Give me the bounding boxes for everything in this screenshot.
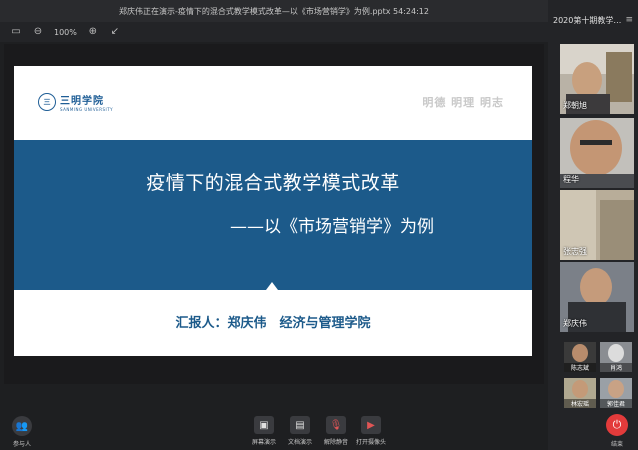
logo-english-name: SANMING UNIVERSITY (60, 107, 114, 112)
university-logo: 三 三明学院 SANMING UNIVERSITY (38, 92, 113, 112)
thumb-name: 林宏瑶 (564, 399, 596, 408)
sidebar-toggle-icon[interactable]: ▭ (10, 26, 22, 38)
unmute-label: 解除静音 (324, 439, 349, 446)
participants-panel: 2020第十期教学… ≡ 郑朝旭 程华 张志强 郑庆伟 陈志斌 肖鸿 林宏瑶 郭… (548, 0, 638, 450)
meeting-window: 郑庆伟正在演示-疫情下的混合式教学模式改革—以《市场营销学》为例.pptx 54… (0, 0, 638, 450)
participants-button[interactable]: 👥 参与人 (12, 416, 32, 448)
camera-label: 打开摄像头 (356, 439, 387, 446)
participant-thumb[interactable]: 陈志斌 (564, 342, 596, 372)
thumb-name: 郭佳君 (600, 399, 632, 408)
camera-off-icon: ▶ (361, 416, 381, 434)
zoom-out-icon[interactable]: ⊖ (32, 26, 44, 38)
document-present-button[interactable]: ▤ 文档演示 (288, 416, 312, 446)
screen-share-label: 屏幕演示 (252, 439, 277, 446)
reporter-line: 汇报人：郑庆伟 经济与管理学院 (175, 316, 371, 331)
slide-subtitle: ——以《市场营销学》为例 (230, 217, 434, 237)
participant-thumb[interactable]: 郭佳君 (600, 378, 632, 408)
video-tile[interactable]: 程华 (560, 118, 634, 188)
presentation-stage: 三 三明学院 SANMING UNIVERSITY 明德 明理 明志 疫情下的混… (4, 44, 544, 384)
unmute-button[interactable]: 🎙 解除静音 (324, 416, 348, 446)
video-tile[interactable]: 郑庆伟 (560, 262, 634, 332)
title-bar: 郑庆伟正在演示-疫情下的混合式教学模式改革—以《市场营销学》为例.pptx 54… (0, 0, 548, 22)
panel-menu-icon[interactable]: ≡ (625, 15, 633, 25)
window-title: 郑庆伟正在演示-疫情下的混合式教学模式改革—以《市场营销学》为例.pptx 54… (119, 6, 429, 16)
logo-seal: 三 (38, 93, 56, 111)
video-name: 郑朝旭 (563, 101, 587, 110)
title-band: 疫情下的混合式教学模式改革 ——以《市场营销学》为例 (14, 140, 532, 290)
participants-icon: 👥 (12, 416, 32, 436)
video-name: 程华 (563, 175, 579, 184)
thumb-name: 陈志斌 (564, 363, 596, 372)
document-icon: ▤ (290, 416, 310, 434)
video-tile[interactable]: 张志强 (560, 190, 634, 260)
meeting-name: 2020第十期教学… (553, 15, 622, 25)
zoom-level: 100% (54, 27, 77, 37)
document-present-label: 文档演示 (288, 439, 313, 446)
participant-thumb[interactable]: 林宏瑶 (564, 378, 596, 408)
end-label: 结束 (610, 441, 623, 448)
video-name: 郑庆伟 (563, 319, 587, 328)
panel-header: 2020第十期教学… ≡ (548, 0, 638, 40)
band-notch (266, 282, 278, 290)
zoom-in-icon[interactable]: ⊕ (87, 26, 99, 38)
slide: 三 三明学院 SANMING UNIVERSITY 明德 明理 明志 疫情下的混… (14, 66, 532, 356)
collapse-icon[interactable]: ↙ (109, 26, 121, 38)
participant-thumb[interactable]: 肖鸿 (600, 342, 632, 372)
screen-share-button[interactable]: ▣ 屏幕演示 (252, 416, 276, 446)
power-icon: ⏻ (606, 414, 628, 436)
video-name: 张志强 (563, 247, 587, 256)
video-tile[interactable]: 郑朝旭 (560, 44, 634, 114)
meeting-controls: 👥 参与人 ▣ 屏幕演示 ▤ 文档演示 🎙 解除静音 ▶ 打开摄像头 (0, 410, 548, 450)
screen-share-icon: ▣ (254, 416, 274, 434)
slide-title: 疫情下的混合式教学模式改革 (146, 172, 400, 194)
participants-label: 参与人 (12, 441, 31, 448)
slide-header: 三 三明学院 SANMING UNIVERSITY 明德 明理 明志 (14, 66, 532, 126)
logo-chinese-name: 三明学院 (60, 96, 104, 107)
end-meeting-button[interactable]: ⏻ 结束 (606, 414, 628, 448)
university-motto: 明德 明理 明志 (422, 96, 504, 109)
thumb-name: 肖鸿 (600, 363, 632, 372)
microphone-muted-icon: 🎙 (326, 416, 346, 434)
viewer-toolbar: ▭ ⊖ 100% ⊕ ↙ (0, 22, 548, 42)
camera-button[interactable]: ▶ 打开摄像头 (356, 416, 386, 446)
